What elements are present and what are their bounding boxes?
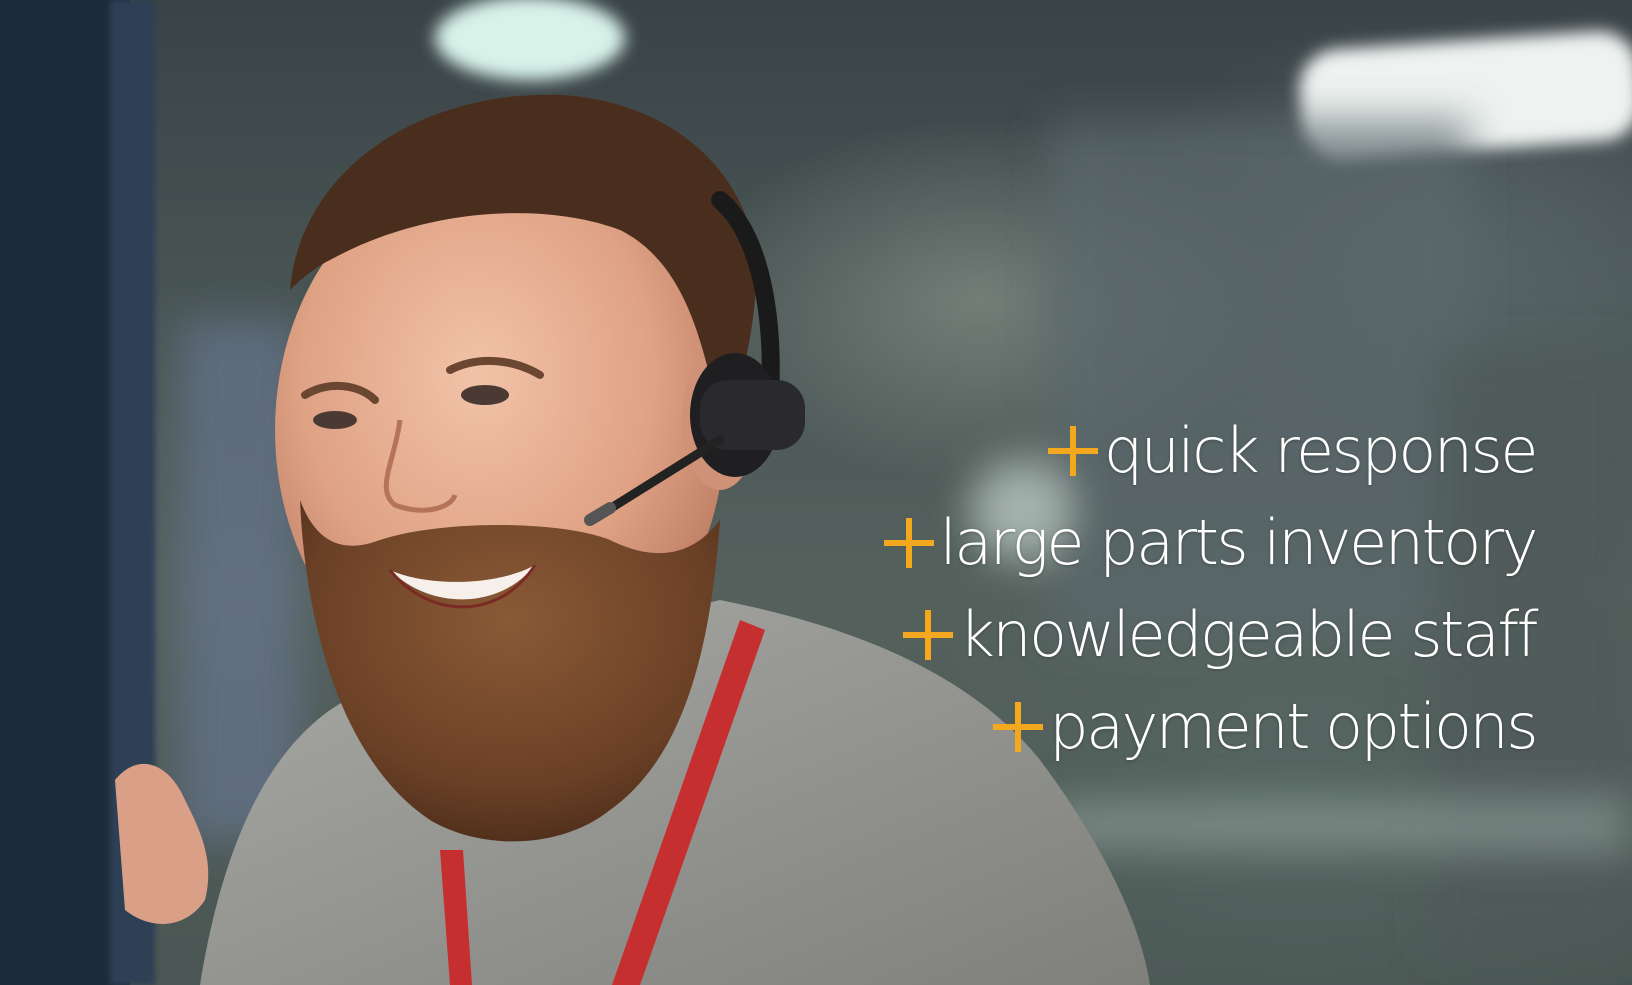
plus-icon: [1047, 426, 1098, 476]
benefit-item: large parts inventory: [816, 497, 1539, 589]
benefit-label: large parts inventory: [939, 506, 1539, 579]
benefit-item: quick response: [816, 405, 1539, 497]
left-eye: [313, 411, 357, 429]
benefit-item: payment options: [816, 681, 1538, 773]
benefit-item: knowledgeable staff: [816, 589, 1539, 681]
hero-photo: quick response large parts inventory kno…: [0, 0, 1632, 985]
plus-icon: [883, 518, 934, 568]
benefit-label: payment options: [1049, 690, 1538, 763]
benefit-label: knowledgeable staff: [958, 598, 1539, 671]
right-eye: [461, 385, 509, 405]
plus-icon: [993, 702, 1044, 752]
benefit-label: quick response: [1103, 414, 1539, 487]
plus-icon: [902, 610, 953, 660]
benefits-list: quick response large parts inventory kno…: [816, 405, 1539, 773]
